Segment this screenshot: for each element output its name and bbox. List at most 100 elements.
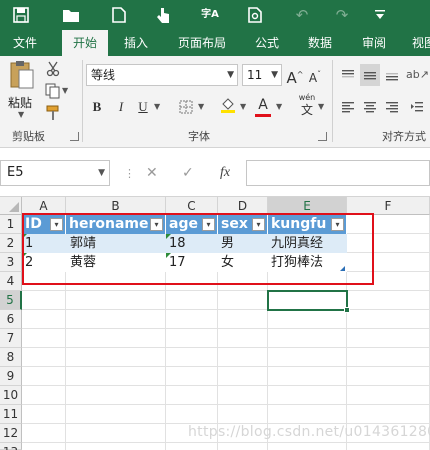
align-left-icon[interactable] (338, 96, 358, 118)
font-color-label: A (258, 97, 268, 113)
undo-icon[interactable]: ↶ (290, 0, 314, 30)
gridline (22, 442, 430, 443)
italic-button[interactable]: I (112, 96, 130, 118)
row-header-13[interactable]: 13 (0, 443, 22, 450)
ribbon-home: 粘贴 ▼ ▼ 剪贴板 等线 ▼ 11 ▼ A^ Aˇ B I U ▼ ▼ ▼ A… (0, 56, 430, 148)
paste-icon (10, 61, 34, 89)
font-color-button[interactable]: A (254, 94, 272, 117)
clipboard-launcher-icon[interactable] (70, 132, 79, 141)
ribbon-tabs: 文件 开始 插入 页面布局 公式 数据 审阅 视图 (0, 30, 430, 56)
indent-icon[interactable] (406, 96, 428, 118)
row-header-4[interactable]: 4 (0, 272, 22, 291)
row-header-10[interactable]: 10 (0, 386, 22, 405)
tab-file[interactable]: 文件 (0, 30, 50, 56)
shrink-font-label: A (308, 71, 318, 85)
fill-color-icon[interactable] (218, 94, 238, 116)
chevron-down-icon[interactable]: ▼ (240, 102, 246, 111)
chevron-down-icon[interactable]: ▼ (318, 102, 324, 111)
print-preview-icon[interactable] (242, 0, 268, 30)
font-size-select[interactable]: 11 ▼ (242, 64, 282, 86)
insert-function-icon[interactable]: fx (220, 160, 230, 186)
gridline (22, 290, 430, 291)
fill-handle[interactable] (344, 307, 350, 313)
underline-button[interactable]: U (134, 96, 152, 118)
increase-font-size-button[interactable]: A^ (286, 64, 304, 87)
watermark: https://blog.csdn.net/u014361280 (188, 424, 430, 440)
cut-icon[interactable] (42, 58, 64, 80)
format-painter-icon[interactable] (42, 102, 64, 124)
font-group-label: 字体 (188, 130, 210, 143)
orientation-icon[interactable]: ab↗ (406, 64, 429, 86)
tab-insert[interactable]: 插入 (112, 30, 160, 56)
tab-home[interactable]: 开始 (62, 30, 108, 56)
chevron-down-icon: ▼ (271, 70, 278, 80)
gridline (22, 385, 430, 386)
font-size-value: 11 (247, 68, 263, 82)
row-header-2[interactable]: 2 (0, 234, 22, 253)
row-header-7[interactable]: 7 (0, 329, 22, 348)
align-bottom-icon[interactable] (382, 64, 402, 86)
align-top-icon[interactable] (338, 64, 358, 86)
enter-icon[interactable]: ✓ (182, 160, 194, 186)
divider (82, 60, 83, 142)
select-all-corner[interactable] (0, 197, 22, 215)
tab-view[interactable]: 视图 (404, 30, 430, 56)
name-box-value: E5 (7, 165, 24, 180)
divider (332, 60, 333, 142)
row-header-9[interactable]: 9 (0, 367, 22, 386)
borders-icon[interactable] (176, 96, 196, 118)
copy-icon[interactable] (42, 80, 64, 102)
font-name-value: 等线 (91, 68, 116, 82)
row-header-8[interactable]: 8 (0, 348, 22, 367)
phonetic-guide-button[interactable]: wén 文 (294, 92, 320, 117)
chevron-down-icon: ▼ (227, 70, 234, 80)
align-middle-icon[interactable] (360, 64, 380, 86)
gridline (22, 366, 430, 367)
row-header-3[interactable]: 3 (0, 253, 22, 272)
gridline (22, 404, 430, 405)
formula-bar: E5 ▼ ⋮ ✕ ✓ fx (0, 149, 430, 197)
row-header-5[interactable]: 5 (0, 291, 22, 310)
align-right-icon[interactable] (382, 96, 402, 118)
chevron-down-icon[interactable]: ▼ (198, 102, 204, 111)
tab-formulas[interactable]: 公式 (246, 30, 288, 56)
formula-bar-grip[interactable]: ⋮ (124, 167, 135, 180)
chevron-down-icon[interactable]: ▼ (62, 86, 68, 95)
grow-font-label: A (286, 69, 297, 87)
redo-icon[interactable]: ↷ (330, 0, 354, 30)
tab-review[interactable]: 审阅 (352, 30, 396, 56)
chevron-down-icon[interactable]: ▼ (154, 102, 160, 111)
font-launcher-icon[interactable] (318, 132, 327, 141)
chevron-down-icon: ▼ (98, 168, 105, 178)
formula-input[interactable] (246, 160, 430, 186)
paste-button[interactable]: 粘贴 ▼ (6, 60, 40, 120)
chevron-down-icon[interactable]: ▼ (276, 102, 282, 111)
save-icon[interactable] (8, 0, 34, 30)
spelling-icon[interactable]: 字A (198, 0, 222, 30)
row-header-1[interactable]: 1 (0, 215, 22, 234)
row-header-12[interactable]: 12 (0, 424, 22, 443)
tab-page-layout[interactable]: 页面布局 (170, 30, 234, 56)
cancel-icon[interactable]: ✕ (146, 160, 158, 186)
chevron-down-icon: ▼ (18, 110, 25, 119)
folder-open-icon[interactable] (58, 0, 84, 30)
highlight-box (22, 213, 374, 285)
font-name-select[interactable]: 等线 ▼ (86, 64, 238, 86)
row-header-6[interactable]: 6 (0, 310, 22, 329)
tab-data[interactable]: 数据 (298, 30, 342, 56)
selected-cell[interactable] (267, 290, 350, 313)
clipboard-group-label: 剪贴板 (12, 130, 45, 143)
name-box[interactable]: E5 ▼ (0, 160, 110, 186)
new-file-icon[interactable] (106, 0, 132, 30)
phonetic-char: 文 (300, 103, 313, 117)
bold-button[interactable]: B (88, 96, 106, 118)
row-header-11[interactable]: 11 (0, 405, 22, 424)
touch-mode-icon[interactable] (150, 0, 176, 30)
customize-toolbar-icon[interactable] (368, 0, 392, 30)
align-center-icon[interactable] (360, 96, 380, 118)
gridline (22, 309, 430, 310)
decrease-font-size-button[interactable]: Aˇ (306, 64, 324, 86)
quick-access-toolbar: 字A ↶ ↷ (0, 0, 430, 30)
worksheet-grid: A B C D E F 1 2 3 4 5 6 7 8 9 10 11 12 1… (0, 197, 430, 450)
font-color-bar (255, 114, 271, 117)
